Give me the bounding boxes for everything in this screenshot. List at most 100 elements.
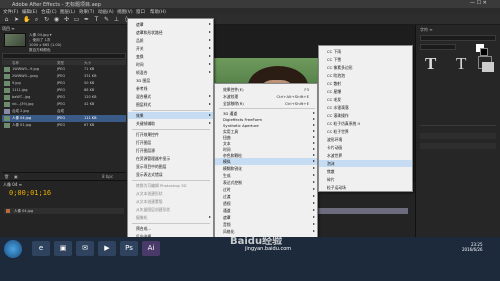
- stamp-tool-icon[interactable]: ⊥: [113, 16, 120, 23]
- project-tab[interactable]: 项目 ≡: [2, 26, 15, 32]
- timeline-current-time[interactable]: 0;00;01;16: [9, 189, 51, 197]
- menu-item[interactable]: 关键帧辅助 ▸: [128, 120, 213, 127]
- paragraph-controls[interactable]: [420, 133, 496, 139]
- project-item[interactable]: 2WWW0...jpeg JPEG 331 KB: [2, 73, 126, 80]
- media-player-icon[interactable]: ▶: [98, 241, 116, 256]
- hand-tool-icon[interactable]: ✋: [23, 16, 30, 23]
- menu-item[interactable]: 碎片: [319, 176, 412, 183]
- selection-tool-icon[interactable]: ➤: [13, 16, 20, 23]
- mail-icon[interactable]: ✉: [76, 241, 94, 256]
- system-clock[interactable]: 23:25 2016/6/26: [462, 242, 483, 252]
- stroke-color-swatch[interactable]: [480, 48, 488, 56]
- ie-icon[interactable]: e: [32, 241, 50, 256]
- menu-item[interactable]: 效果控件(E) F3: [215, 86, 317, 93]
- menu-item[interactable]: 打开效果控件: [128, 131, 213, 138]
- rectangle-tool-icon[interactable]: ▭: [73, 16, 80, 23]
- menu-item[interactable]: 全部移除(R) Ctrl+Shift+E: [215, 100, 317, 107]
- explorer-icon[interactable]: ▣: [54, 241, 72, 256]
- menu-item[interactable]: 生成 ▸: [215, 172, 317, 179]
- font-style-select[interactable]: [420, 44, 456, 50]
- pan-tool-icon[interactable]: ✣: [63, 16, 70, 23]
- text-tool-icon[interactable]: T: [93, 16, 100, 23]
- character-tab[interactable]: 字符 ≡: [420, 27, 433, 33]
- menu-item[interactable]: 混合模式 ▸: [128, 93, 213, 100]
- project-item[interactable]: 合成 2.jpg 合成: [2, 108, 126, 115]
- menu-item[interactable]: 时间 ▸: [128, 61, 213, 68]
- project-search-input[interactable]: [2, 53, 126, 59]
- camera-tool-icon[interactable]: ◉: [53, 16, 60, 23]
- menu-item[interactable]: 遮罩和形状路径 ▸: [128, 29, 213, 36]
- column-size[interactable]: 大小: [84, 61, 91, 66]
- folder-icon[interactable]: ▣: [14, 174, 18, 179]
- column-type[interactable]: 类型: [57, 61, 64, 66]
- menu-item[interactable]: 图层样式 ▸: [128, 101, 213, 108]
- bit-depth[interactable]: 8 bpc: [102, 174, 113, 179]
- menu-item[interactable]: 焦散: [319, 168, 412, 175]
- menu-item[interactable]: 打开图层源: [128, 147, 213, 154]
- menu-item[interactable]: 从文本创建形状: [128, 190, 213, 197]
- timeline-layer-row[interactable]: 人像 04.jpg: [4, 208, 124, 214]
- menu-item[interactable]: 透视 ▸: [215, 200, 317, 207]
- menu-item[interactable]: 表达式控制 ▸: [215, 179, 317, 186]
- menu-item[interactable]: 开关 ▸: [128, 45, 213, 52]
- menu-item[interactable]: 卡片动画: [319, 144, 412, 151]
- menu-item[interactable]: 帧混合 ▸: [128, 69, 213, 76]
- menu-item[interactable]: 变换 ▸: [128, 53, 213, 60]
- photoshop-icon[interactable]: Ps: [120, 241, 138, 256]
- menu-item[interactable]: 过时 ▸: [215, 186, 317, 193]
- menu-item[interactable]: CC 粒子世界: [319, 128, 412, 135]
- project-item[interactable]: baWT...jpg JPEG 120 KB: [2, 94, 126, 101]
- after-effects-icon[interactable]: Ai: [142, 241, 160, 256]
- layer-color-label[interactable]: [6, 209, 10, 213]
- project-item[interactable]: nb...(39).jpg JPEG 42 KB: [2, 101, 126, 108]
- menu-item-foam[interactable]: 泡沫: [319, 160, 412, 167]
- project-item-selected[interactable]: 人像 04.jpg JPEG 111 KB: [2, 115, 126, 122]
- menu-item[interactable]: 从矢量图层创建形状: [128, 206, 213, 213]
- menu-item[interactable]: 3D 图层: [128, 77, 213, 84]
- zoom-tool-icon[interactable]: ⌕: [33, 16, 40, 23]
- alignment-controls[interactable]: [420, 143, 496, 149]
- menu-item[interactable]: CC 散射: [319, 80, 412, 87]
- menu-item[interactable]: 打开图层: [128, 139, 213, 146]
- menu-item[interactable]: CC 粒子仿真系统 II: [319, 120, 412, 127]
- menu-item[interactable]: 品质 ▸: [128, 37, 213, 44]
- menu-item[interactable]: CC 下雪: [319, 56, 412, 63]
- menu-item[interactable]: 显示表达式错误: [128, 171, 213, 178]
- menu-item[interactable]: 参考线: [128, 85, 213, 92]
- menu-item[interactable]: 从文本创建蒙版: [128, 198, 213, 205]
- menu-item[interactable]: 遮罩 ▸: [215, 214, 317, 221]
- text-big-icon[interactable]: T: [425, 54, 436, 74]
- menu-item[interactable]: CC 像素多边形: [319, 64, 412, 71]
- rotate-tool-icon[interactable]: ↻: [43, 16, 50, 23]
- project-item[interactable]: 人像 01.jpg JPEG 67 KB: [2, 122, 126, 129]
- home-icon[interactable]: ⌂: [3, 16, 10, 23]
- project-item[interactable]: 1111.jpg JPEG 88 KB: [2, 87, 126, 94]
- text-small-icon[interactable]: T: [456, 54, 466, 74]
- text-fill-icon[interactable]: [482, 62, 494, 72]
- window-controls[interactable]: — ☐ ✕: [470, 0, 487, 6]
- menu-item[interactable]: CC 滚珠操作: [319, 112, 412, 119]
- menu-item-effect[interactable]: 效果 ▸: [128, 112, 213, 119]
- menu-item[interactable]: 在资源管理器中显示: [128, 155, 213, 162]
- menu-item[interactable]: 预合成...: [128, 225, 213, 232]
- project-item[interactable]: 1WWW0...9.jpg JPEG 71 KB: [2, 66, 126, 73]
- menu-item[interactable]: 水波纹理 Ctrl+Alt+Shift+E: [215, 93, 317, 100]
- menu-item[interactable]: 通道 ▸: [215, 207, 317, 214]
- layer-name[interactable]: 人像 04.jpg: [14, 209, 33, 214]
- start-button[interactable]: [4, 240, 22, 258]
- menu-item[interactable]: 水波世界: [319, 152, 412, 159]
- menu-item[interactable]: 音频 ▸: [215, 221, 317, 228]
- brush-tool-icon[interactable]: ✎: [103, 16, 110, 23]
- menu-item[interactable]: 粒子运动场: [319, 184, 412, 191]
- menu-item[interactable]: 转换为可编辑 Photoshop 3D: [128, 182, 213, 189]
- timeline-tab[interactable]: 人像 04 ≡: [3, 182, 22, 188]
- menu-item[interactable]: CC 水银滴落: [319, 104, 412, 111]
- menu-item[interactable]: 摄像机 ▸: [128, 214, 213, 221]
- menu-item[interactable]: 过渡 ▸: [215, 193, 317, 200]
- menu-item-simulation[interactable]: 模拟 ▸: [215, 158, 317, 165]
- trash-icon[interactable]: 🗑: [4, 174, 9, 179]
- pen-tool-icon[interactable]: ✒: [83, 16, 90, 23]
- menu-item[interactable]: CC 吹泡泡: [319, 72, 412, 79]
- menu-item[interactable]: 波形环境: [319, 136, 412, 143]
- font-select[interactable]: [420, 35, 496, 41]
